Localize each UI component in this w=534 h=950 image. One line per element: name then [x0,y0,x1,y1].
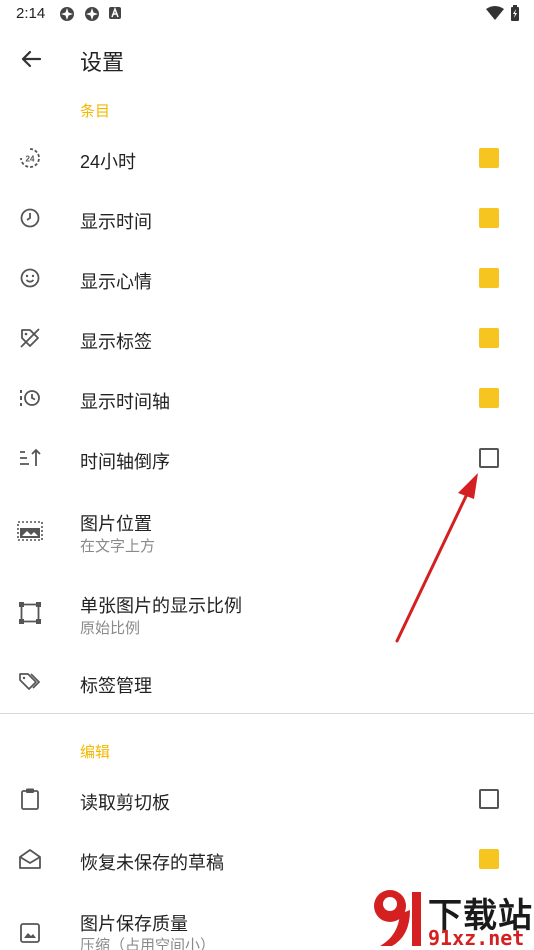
checkbox-restore-draft[interactable] [479,849,499,869]
setting-label: 显示时间轴 [80,392,170,412]
setting-tag-management[interactable]: 标签管理 [0,652,534,712]
sort-ascending-icon [17,445,43,471]
notification-a-icon [109,6,121,19]
notification-app-icon [60,7,74,21]
image-position-icon [17,518,43,544]
setting-label: 单张图片的显示比例 [80,596,242,616]
setting-image-position[interactable]: 图片位置 在文字上方 [0,498,534,568]
setting-label: 显示标签 [80,332,152,352]
watermark: 下载站 91xz.net [366,880,534,950]
system-icons [486,5,520,21]
app-bar: 设置 [0,28,534,88]
setting-subtitle: 原始比例 [80,620,141,637]
back-button[interactable] [16,44,46,74]
setting-subtitle: 在文字上方 [80,538,156,555]
tag-off-icon [17,325,43,351]
setting-label: 恢复未保存的草稿 [80,853,224,873]
setting-label: 读取剪切板 [80,793,170,813]
section-header-items: 条目 [80,103,111,120]
setting-show-tags[interactable]: 显示标签 [0,308,534,368]
setting-read-clipboard[interactable]: 读取剪切板 [0,769,534,829]
checkbox-read-clipboard[interactable] [479,789,499,809]
setting-label: 时间轴倒序 [80,452,170,472]
setting-label: 图片保存质量 [80,914,188,934]
battery-charging-icon [511,5,519,21]
status-time: 2:14 [16,5,46,22]
notification-icons [58,6,122,22]
setting-24-hour[interactable]: 24 24小时 [0,128,534,188]
checkbox-show-time[interactable] [479,208,499,228]
clipboard-icon [17,786,43,812]
notification-app-icon [85,7,99,21]
timeline-clock-icon [17,385,43,411]
status-bar: 2:14 [0,0,534,28]
wifi-icon [486,6,504,20]
checkbox-show-tags[interactable] [479,328,499,348]
setting-label: 显示心情 [80,272,152,292]
setting-label: 图片位置 [80,514,152,534]
setting-show-time[interactable]: 显示时间 [0,188,534,248]
setting-label: 标签管理 [80,676,152,696]
image-icon [17,920,43,946]
arrow-left-icon [21,50,42,68]
clock-24-icon: 24 [17,145,43,171]
checkbox-timeline-reverse[interactable] [479,448,499,468]
setting-label: 24小时 [80,152,137,172]
watermark-url: 91xz.net [428,926,525,950]
envelope-open-icon [17,846,43,872]
setting-timeline-reverse[interactable]: 时间轴倒序 [0,428,534,488]
tags-icon [17,669,43,695]
setting-subtitle: 压缩（占用空间小） [80,937,216,950]
checkbox-show-timeline[interactable] [479,388,499,408]
page-title: 设置 [80,50,125,75]
clock-icon [17,205,43,231]
checkbox-24-hour[interactable] [479,148,499,168]
setting-label: 显示时间 [80,212,152,232]
svg-text:24: 24 [26,155,35,164]
setting-show-timeline[interactable]: 显示时间轴 [0,368,534,428]
watermark-logo-icon [374,890,421,946]
section-header-edit: 编辑 [80,744,111,761]
setting-image-ratio[interactable]: 单张图片的显示比例 原始比例 [0,580,534,650]
smiley-icon [17,265,43,291]
setting-show-mood[interactable]: 显示心情 [0,248,534,308]
section-divider [0,713,534,714]
crop-frame-icon [17,600,43,626]
checkbox-show-mood[interactable] [479,268,499,288]
